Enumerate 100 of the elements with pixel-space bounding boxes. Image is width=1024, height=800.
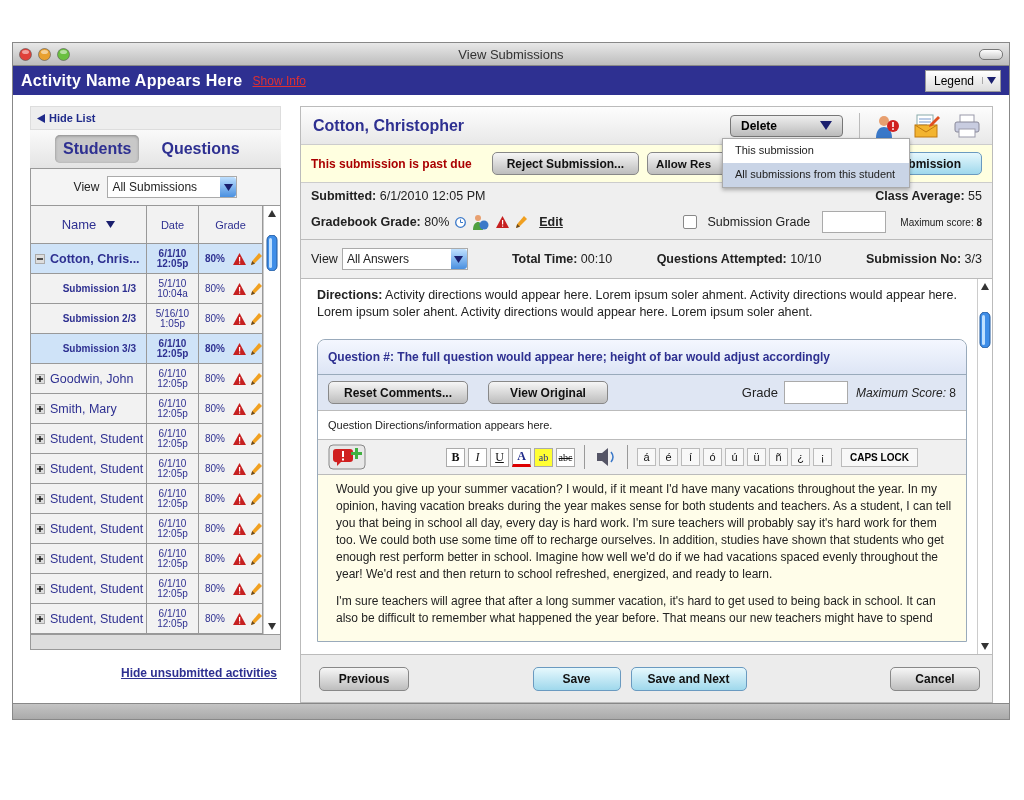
expand-icon[interactable] [35, 463, 45, 474]
tab[interactable]: Students [55, 135, 140, 163]
pencil-icon[interactable] [250, 342, 262, 355]
question-title: Question #: The full question would appear here; height of bar would adjust accordingly [318, 340, 966, 375]
character-button[interactable]: ü [747, 448, 766, 466]
pencil-icon[interactable] [250, 282, 262, 295]
format-button[interactable]: I [468, 447, 487, 467]
student-name[interactable]: Student, Student [50, 461, 144, 476]
question-button[interactable]: View Original [488, 381, 608, 404]
hide-list-button[interactable]: Hide List [30, 106, 281, 130]
clock-icon[interactable] [455, 216, 467, 228]
expand-icon[interactable] [35, 613, 45, 624]
student-name[interactable]: Student, Student [50, 491, 144, 506]
date-cell-text: 6/1/10 12:05p [156, 488, 189, 509]
expand-icon[interactable] [35, 553, 45, 564]
expand-icon[interactable] [35, 583, 45, 594]
question-button[interactable]: Reset Comments... [328, 381, 468, 404]
pencil-icon[interactable] [250, 492, 262, 505]
pencil-icon[interactable] [250, 252, 262, 265]
down-arrow-icon[interactable] [268, 623, 276, 630]
character-button[interactable]: ó [703, 448, 722, 466]
minimize-button[interactable] [38, 47, 51, 61]
hide-unsubmitted-link[interactable]: Hide unsubmitted activities [120, 666, 277, 680]
pencil-icon[interactable] [250, 582, 262, 595]
character-button[interactable]: é [659, 448, 678, 466]
pencil-icon[interactable] [250, 612, 262, 625]
add-comment-icon[interactable] [328, 444, 366, 470]
character-button[interactable]: ñ [769, 448, 788, 466]
format-button[interactable]: ab [534, 447, 553, 467]
pencil-icon[interactable] [250, 462, 262, 475]
column-header[interactable]: Name [61, 217, 97, 232]
cancel-button[interactable]: Cancel [890, 666, 980, 691]
save-button[interactable]: Save and Next [630, 666, 747, 691]
grade-cell-text: 80% [205, 463, 226, 474]
submission-name[interactable]: Submission 2/3 [62, 313, 136, 324]
legend-dropdown[interactable]: Legend [924, 69, 1001, 92]
grade-cell-text: 80% [205, 613, 226, 624]
date-cell-text: 6/1/10 12:05p [156, 428, 189, 449]
format-button[interactable]: U [490, 447, 509, 467]
date-cell-text: 6/1/10 12:05p [156, 458, 189, 479]
toolbar-toggle-button[interactable] [979, 48, 1003, 60]
pencil-icon[interactable] [250, 402, 262, 415]
character-button[interactable]: ¡ [813, 448, 832, 466]
delete-dropdown[interactable]: Delete [730, 114, 843, 137]
pencil-icon[interactable] [250, 432, 262, 445]
expand-icon[interactable] [35, 433, 45, 444]
pencil-icon[interactable] [250, 372, 262, 385]
character-button[interactable]: á [637, 448, 656, 466]
submission-name[interactable]: Submission 1/3 [62, 283, 136, 294]
pencil-icon[interactable] [515, 216, 528, 228]
hide-list-label[interactable]: Hide List [49, 112, 96, 124]
format-button[interactable]: abc [556, 447, 575, 467]
up-arrow-icon[interactable] [981, 283, 989, 290]
close-button[interactable] [19, 47, 32, 61]
down-arrow-icon[interactable] [981, 643, 989, 650]
column-header[interactable]: Grade [215, 218, 246, 231]
edit-link[interactable]: Edit [539, 215, 563, 229]
menu-item[interactable]: All submissions from this student [723, 163, 909, 187]
person-globe-icon[interactable] [472, 214, 491, 230]
format-button[interactable]: B [446, 447, 465, 467]
window-title: View Submissions [458, 46, 564, 62]
student-name[interactable]: Smith, Mary [50, 401, 117, 416]
submission-grade-field[interactable] [822, 211, 887, 233]
caret-icon [820, 121, 832, 130]
zoom-button[interactable] [57, 47, 70, 61]
up-arrow-icon[interactable] [268, 210, 276, 217]
column-header[interactable]: Date [160, 218, 185, 231]
format-button[interactable]: A [512, 447, 531, 467]
caret-icon [987, 77, 996, 84]
envelope-pencil-icon[interactable] [914, 113, 940, 138]
character-button[interactable]: í [681, 448, 700, 466]
printer-icon[interactable] [954, 113, 980, 138]
tab[interactable]: Questions [153, 135, 248, 163]
pencil-icon[interactable] [250, 552, 262, 565]
expand-icon[interactable] [35, 403, 45, 414]
submission-grade-checkbox[interactable] [683, 215, 698, 229]
grade-field[interactable] [783, 381, 848, 404]
pencil-icon[interactable] [250, 312, 262, 325]
pencil-icon[interactable] [250, 522, 262, 535]
reject-button[interactable]: Reject Submission... [491, 152, 640, 175]
student-name[interactable]: Student, Student [50, 431, 144, 446]
student-name[interactable]: Goodwin, John [50, 371, 134, 386]
view-dropdown[interactable]: All Answers [341, 248, 468, 270]
student-name[interactable]: Student, Student [50, 551, 144, 566]
expand-icon[interactable] [35, 373, 45, 384]
collapse-icon[interactable] [35, 253, 45, 264]
caps-lock-button[interactable]: CAPS LOCK [841, 447, 918, 467]
character-button[interactable]: ú [725, 448, 744, 466]
scrollbar-thumb[interactable] [979, 312, 991, 348]
view-dropdown[interactable]: All Submissions [107, 176, 238, 198]
student-name[interactable]: Student, Student [50, 611, 144, 626]
expand-icon[interactable] [35, 493, 45, 504]
student-name[interactable]: Student, Student [50, 521, 144, 536]
date-cell-text: 6/1/10 12:05p [156, 368, 189, 389]
expand-icon[interactable] [35, 523, 45, 534]
save-button[interactable]: Save [532, 666, 621, 691]
character-button[interactable]: ¿ [791, 448, 810, 466]
student-name[interactable]: Student, Student [50, 581, 144, 596]
scrollbar-thumb[interactable] [266, 235, 278, 271]
previous-button[interactable]: Previous [319, 666, 409, 691]
